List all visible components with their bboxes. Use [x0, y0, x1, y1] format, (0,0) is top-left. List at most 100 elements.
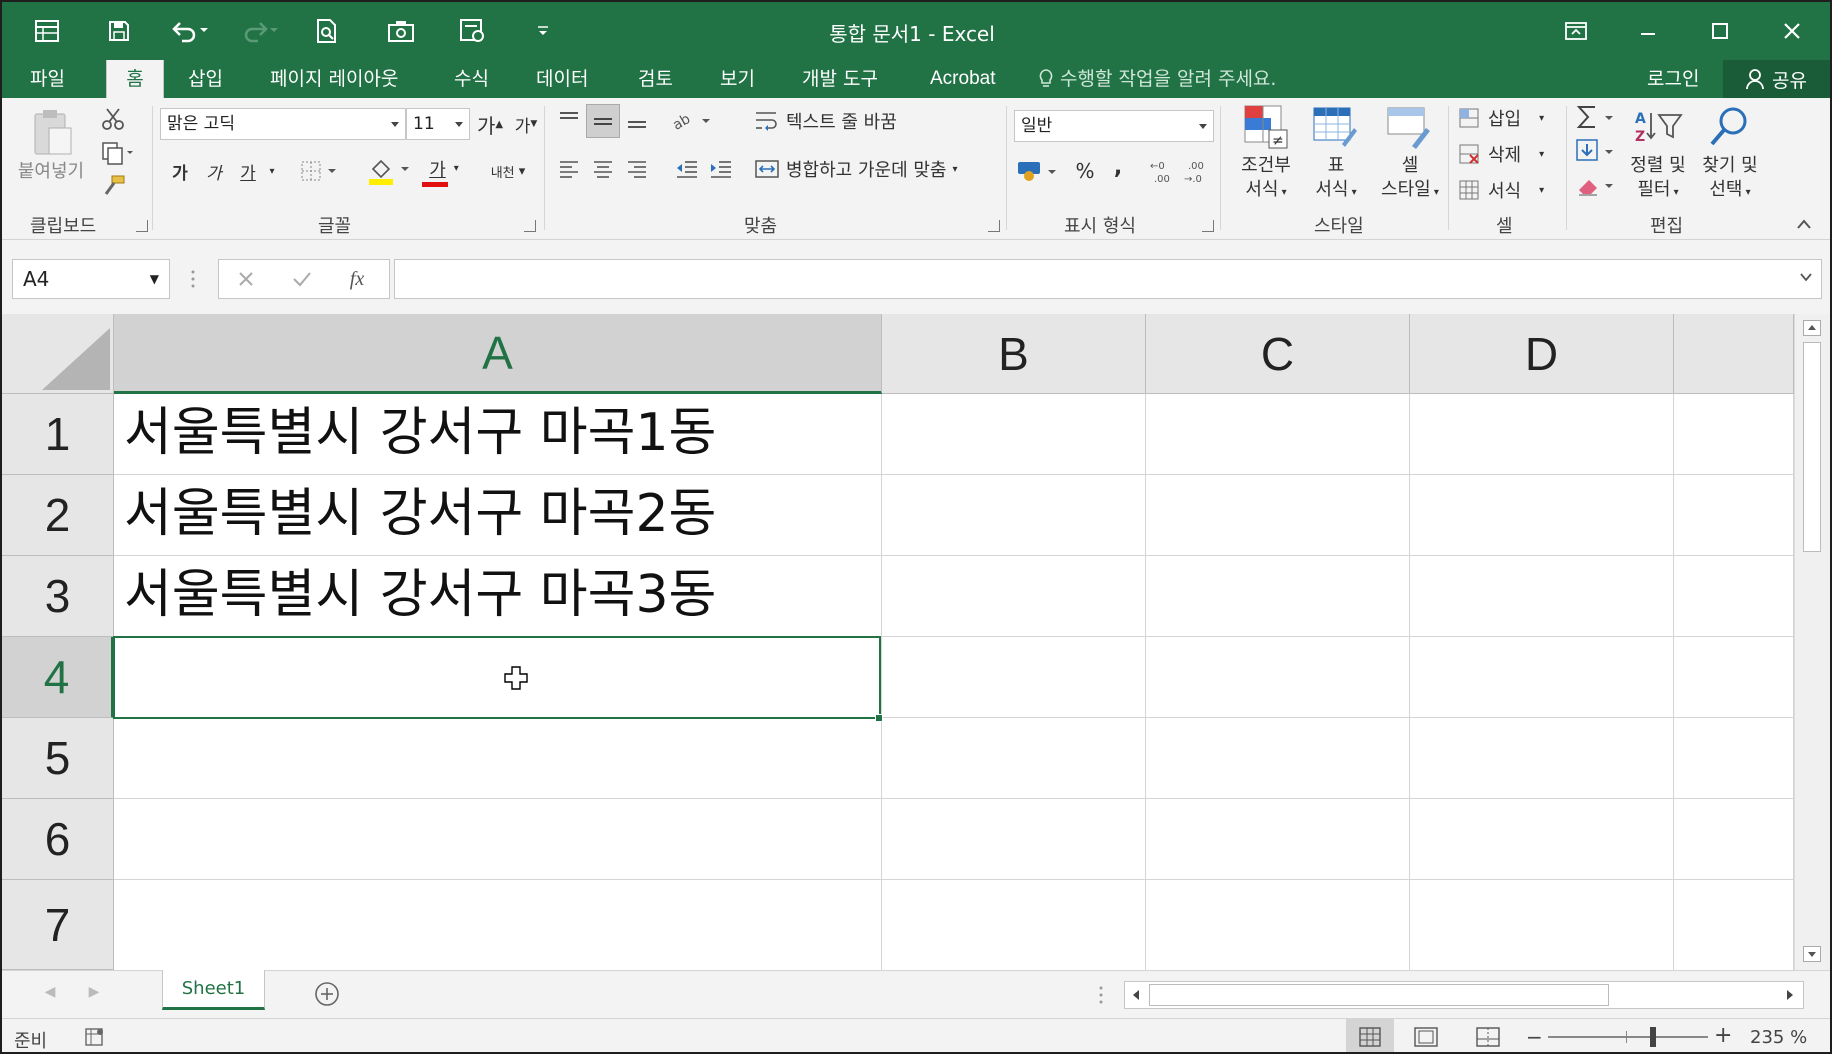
cell-c2[interactable] [1146, 475, 1410, 556]
name-box[interactable]: A4 ▼ [12, 259, 170, 299]
comma-button[interactable]: , [1106, 150, 1130, 184]
sort-filter-icon[interactable]: AZ [1628, 102, 1688, 152]
format-cells-button[interactable]: 서식 ▾ [1458, 174, 1558, 206]
insert-cells-button[interactable]: 삽입 ▾ [1458, 102, 1558, 134]
number-launcher-icon[interactable] [1202, 220, 1214, 232]
scroll-left-icon[interactable] [1127, 985, 1145, 1005]
percent-button[interactable]: % [1070, 154, 1100, 188]
column-header-a[interactable]: A [114, 314, 882, 394]
cell-b5[interactable] [882, 718, 1146, 799]
cell-c5[interactable] [1146, 718, 1410, 799]
conditional-format-label[interactable]: 조건부 서식 ▾ [1230, 154, 1302, 205]
copy-icon[interactable] [98, 138, 138, 168]
increase-font-icon[interactable]: 가 ▲ [474, 108, 506, 140]
minimize-icon[interactable] [1612, 2, 1684, 60]
column-header-d[interactable]: D [1410, 314, 1674, 394]
worksheet-grid[interactable]: A B C D 1 2 3 4 5 6 7 서울특별시 강서구 마곡1동 서울특… [2, 314, 1794, 970]
conditional-format-icon[interactable]: ≠ [1238, 102, 1294, 152]
format-as-table-label[interactable]: 표 서식 ▾ [1300, 154, 1372, 205]
cell-a3[interactable]: 서울특별시 강서구 마곡3동 [114, 556, 882, 637]
cell-c4[interactable] [1146, 637, 1410, 718]
cell-e4[interactable] [1674, 637, 1794, 718]
cell-a1[interactable]: 서울특별시 강서구 마곡1동 [114, 394, 882, 475]
new-sheet-icon[interactable] [312, 979, 342, 1009]
cell-c6[interactable] [1146, 799, 1410, 880]
tab-developer[interactable]: 개발 도구 [802, 60, 878, 98]
font-color-icon[interactable]: 가 ▾ [420, 154, 468, 188]
sort-filter-label[interactable]: 정렬 및 필터 ▾ [1622, 154, 1694, 205]
align-top-icon[interactable] [554, 104, 584, 134]
decrease-indent-icon[interactable] [672, 154, 702, 184]
cell-b6[interactable] [882, 799, 1146, 880]
cell-a5[interactable] [114, 718, 882, 799]
scroll-down-icon[interactable] [1803, 946, 1821, 962]
tab-data[interactable]: 데이터 [536, 60, 588, 98]
align-middle-icon[interactable] [586, 104, 620, 138]
column-header-partial[interactable] [1674, 314, 1794, 394]
cancel-entry-icon[interactable] [231, 264, 261, 294]
delete-cells-button[interactable]: 삭제 ▾ [1458, 138, 1558, 170]
align-bottom-icon[interactable] [622, 104, 652, 134]
collapse-ribbon-icon[interactable] [1792, 214, 1816, 234]
cell-b7[interactable] [882, 880, 1146, 970]
tab-insert[interactable]: 삽입 [188, 60, 223, 98]
print-preview-icon[interactable] [308, 12, 346, 50]
fill-handle[interactable] [875, 714, 883, 722]
autosave-icon[interactable] [28, 12, 66, 50]
cell-e6[interactable] [1674, 799, 1794, 880]
cell-d2[interactable] [1410, 475, 1674, 556]
orientation-icon[interactable]: ab [666, 104, 716, 138]
formula-bar-grip-icon[interactable] [190, 268, 196, 290]
undo-icon[interactable] [166, 12, 214, 50]
cell-e5[interactable] [1674, 718, 1794, 799]
fill-down-icon[interactable] [1572, 136, 1622, 166]
italic-button[interactable]: 가 [200, 156, 228, 186]
scroll-right-icon[interactable] [1781, 985, 1799, 1005]
cell-d4[interactable] [1410, 637, 1674, 718]
format-as-table-icon[interactable] [1308, 102, 1362, 152]
borders-icon[interactable] [298, 156, 342, 186]
row-header-5[interactable]: 5 [2, 718, 114, 799]
font-launcher-icon[interactable] [524, 220, 536, 232]
horizontal-scrollbar[interactable] [1124, 981, 1804, 1009]
formula-input[interactable] [394, 259, 1822, 299]
prev-sheet-icon[interactable]: ◀ [38, 979, 62, 1005]
bold-button[interactable]: 가 [166, 156, 194, 186]
cell-c7[interactable] [1146, 880, 1410, 970]
cell-a6[interactable] [114, 799, 882, 880]
share-button[interactable]: 공유 [1723, 60, 1830, 98]
increase-decimal-icon[interactable]: ←0.00 [1146, 154, 1180, 188]
maximize-icon[interactable] [1684, 2, 1756, 60]
normal-view-icon[interactable] [1346, 1019, 1394, 1052]
paste-icon[interactable] [12, 102, 92, 162]
zoom-slider-thumb[interactable] [1650, 1027, 1656, 1047]
tab-review[interactable]: 검토 [638, 60, 673, 98]
clipboard-launcher-icon[interactable] [136, 220, 148, 232]
underline-dropdown-icon[interactable]: ▾ [264, 156, 280, 186]
row-header-6[interactable]: 6 [2, 799, 114, 880]
macro-record-icon[interactable] [84, 1027, 106, 1047]
next-sheet-icon[interactable]: ▶ [82, 979, 106, 1005]
clear-icon[interactable] [1572, 170, 1622, 200]
wrap-text-button[interactable]: 텍스트 줄 바꿈 [754, 104, 934, 138]
decrease-decimal-icon[interactable]: .00 →.0 [1180, 154, 1214, 188]
column-header-c[interactable]: C [1146, 314, 1410, 394]
accounting-format-icon[interactable] [1014, 154, 1064, 188]
confirm-entry-icon[interactable] [287, 264, 317, 294]
paste-label[interactable]: 붙여넣기 [6, 160, 96, 184]
camera-icon[interactable] [382, 12, 420, 50]
fill-color-icon[interactable] [366, 154, 414, 188]
name-box-dropdown-icon[interactable]: ▼ [150, 260, 159, 298]
row-header-2[interactable]: 2 [2, 475, 114, 556]
alignment-launcher-icon[interactable] [988, 220, 1000, 232]
cell-b2[interactable] [882, 475, 1146, 556]
row-header-3[interactable]: 3 [2, 556, 114, 637]
close-icon[interactable] [1756, 2, 1828, 60]
cell-e2[interactable] [1674, 475, 1794, 556]
form-icon[interactable] [454, 12, 492, 50]
cell-a7[interactable] [114, 880, 882, 970]
tell-me-search[interactable]: 수행할 작업을 알려 주세요. [1038, 60, 1276, 98]
cell-d7[interactable] [1410, 880, 1674, 970]
cell-c3[interactable] [1146, 556, 1410, 637]
increase-indent-icon[interactable] [706, 154, 736, 184]
